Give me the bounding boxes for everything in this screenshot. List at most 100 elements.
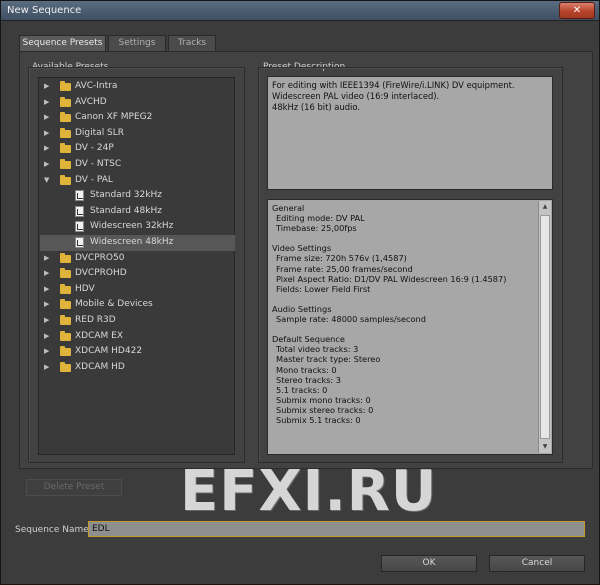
summary-line — [272, 294, 548, 304]
folder-icon — [60, 361, 71, 372]
summary-scrollbar[interactable]: ▲ ▼ — [538, 201, 551, 453]
tree-folder-item[interactable]: ▶ DVCPRO50 — [40, 251, 235, 267]
preset-file-icon — [75, 205, 84, 217]
tree-item-label: HDV — [75, 283, 95, 294]
tree-preset-item[interactable]: Widescreen 48kHz — [40, 235, 235, 251]
tree-item-label: XDCAM HD422 — [75, 346, 143, 357]
ok-button[interactable]: OK — [381, 555, 477, 572]
summary-line: Audio Settings — [272, 303, 332, 314]
folder-icon — [60, 127, 71, 138]
tree-folder-item[interactable]: ▶ HDV — [40, 282, 235, 298]
preset-file-icon — [75, 221, 84, 233]
folder-icon — [60, 268, 71, 279]
collapsed-arrow-icon[interactable]: ▶ — [44, 360, 52, 375]
summary-line: Stereo tracks: 3 — [276, 374, 341, 385]
scroll-down-icon[interactable]: ▼ — [539, 441, 551, 453]
summary-line — [272, 324, 548, 334]
folder-icon — [60, 299, 71, 310]
preset-description-text: For editing with IEEE1394 (FireWire/i.LI… — [267, 76, 553, 190]
tree-preset-item[interactable]: Standard 48kHz — [40, 204, 235, 220]
tree-item-label: DV - PAL — [75, 174, 113, 185]
summary-line: Timebase: 25,00fps — [276, 223, 357, 234]
tree-folder-item[interactable]: ▶ AVCHD — [40, 95, 235, 111]
folder-icon — [60, 96, 71, 107]
tree-folder-item[interactable]: ▶ Mobile & Devices — [40, 297, 235, 313]
tree-folder-item[interactable]: ▶ XDCAM EX — [40, 329, 235, 345]
summary-line — [272, 233, 548, 243]
watermark: EFXI.RU — [180, 459, 438, 524]
description-line: 48kHz (16 bit) audio. — [272, 102, 361, 112]
window-title: New Sequence — [7, 5, 82, 16]
collapsed-arrow-icon[interactable]: ▶ — [44, 110, 52, 125]
preset-file-icon — [75, 237, 84, 248]
summary-line: Submix 5.1 tracks: 0 — [276, 414, 361, 425]
tree-item-label: DVCPROHD — [75, 268, 127, 279]
tree-item-label: XDCAM HD — [75, 361, 125, 372]
folder-icon — [60, 174, 71, 185]
tree-folder-item[interactable]: ▶ Digital SLR — [40, 126, 235, 142]
collapsed-arrow-icon[interactable]: ▶ — [44, 157, 52, 172]
tree-folder-item[interactable]: ▶ XDCAM HD422 — [40, 344, 235, 360]
tree-item-label: DVCPRO50 — [75, 252, 125, 263]
description-line: For editing with IEEE1394 (FireWire/i.LI… — [272, 80, 515, 90]
presets-tree[interactable]: ▶ AVC-Intra ▶ AVCHD ▶ Canon XF MPEG2 ▶ Digital … — [38, 77, 235, 455]
scroll-thumb[interactable] — [540, 215, 550, 439]
tree-folder-item[interactable]: ▶ DV - NTSC — [40, 157, 235, 173]
folder-icon — [60, 283, 71, 294]
tree-item-label: XDCAM EX — [75, 330, 124, 341]
folder-icon — [60, 81, 71, 91]
tab-tracks[interactable]: Tracks — [168, 35, 216, 52]
tree-folder-item[interactable]: ▶ DVCPROHD — [40, 266, 235, 282]
tree-preset-item[interactable]: Widescreen 32kHz — [40, 219, 235, 235]
collapsed-arrow-icon[interactable]: ▶ — [44, 329, 52, 344]
tree-item-label: AVCHD — [75, 96, 107, 107]
summary-line: Total video tracks: 3 — [276, 344, 359, 355]
summary-line: Submix stereo tracks: 0 — [276, 404, 374, 415]
folder-icon — [60, 112, 71, 123]
description-line: Widescreen PAL video (16:9 interlaced). — [272, 91, 440, 101]
title-bar: New Sequence ✕ — [1, 1, 599, 21]
tab-settings[interactable]: Settings — [108, 35, 166, 52]
summary-line: Frame size: 720h 576v (1,4587) — [276, 253, 407, 264]
tree-folder-item[interactable]: ▶ RED R3D — [40, 313, 235, 329]
tree-preset-item[interactable]: Standard 32kHz — [40, 188, 235, 204]
summary-line: Video Settings — [272, 243, 332, 254]
folder-icon — [60, 315, 71, 325]
sequence-name-input[interactable]: EDL — [88, 521, 585, 537]
tree-folder-item[interactable]: ▼ DV - PAL — [40, 173, 235, 189]
collapsed-arrow-icon[interactable]: ▶ — [44, 95, 52, 110]
collapsed-arrow-icon[interactable]: ▶ — [44, 141, 52, 156]
collapsed-arrow-icon[interactable]: ▶ — [44, 266, 52, 281]
tree-item-label: DV - 24P — [75, 143, 114, 154]
tree-folder-item[interactable]: ▶ DV - 24P — [40, 141, 235, 157]
summary-line: Pixel Aspect Ratio: D1/DV PAL Widescreen… — [276, 273, 507, 284]
collapsed-arrow-icon[interactable]: ▶ — [44, 313, 52, 328]
collapsed-arrow-icon[interactable]: ▶ — [44, 126, 52, 141]
tree-folder-item[interactable]: ▶ XDCAM HD — [40, 360, 235, 376]
summary-line: Fields: Lower Field First — [276, 283, 371, 294]
summary-line: Editing mode: DV PAL — [276, 213, 365, 224]
tree-item-label: Canon XF MPEG2 — [75, 112, 153, 123]
folder-icon — [60, 252, 71, 263]
folder-icon — [60, 143, 71, 154]
collapsed-arrow-icon[interactable]: ▶ — [44, 344, 52, 359]
tree-item-label: Widescreen 48kHz — [90, 237, 174, 247]
summary-line: Master track type: Stereo — [276, 354, 381, 365]
collapsed-arrow-icon[interactable]: ▶ — [44, 282, 52, 297]
collapsed-arrow-icon[interactable]: ▶ — [44, 251, 52, 266]
delete-preset-button[interactable]: Delete Preset — [26, 479, 122, 496]
summary-line: Frame rate: 25,00 frames/second — [276, 263, 413, 274]
tree-folder-item[interactable]: ▶ AVC-Intra — [40, 79, 235, 95]
tree-folder-item[interactable]: ▶ Canon XF MPEG2 — [40, 110, 235, 126]
expanded-arrow-icon[interactable]: ▼ — [44, 173, 52, 188]
preset-settings-summary: General Editing mode: DV PAL Timebase: 25,… — [267, 199, 553, 455]
close-button[interactable]: ✕ — [559, 2, 595, 19]
scroll-up-icon[interactable]: ▲ — [539, 201, 551, 213]
summary-line: Mono tracks: 0 — [276, 364, 337, 375]
tree-item-label: RED R3D — [75, 315, 116, 325]
collapsed-arrow-icon[interactable]: ▶ — [44, 79, 52, 94]
collapsed-arrow-icon[interactable]: ▶ — [44, 297, 52, 312]
cancel-button[interactable]: Cancel — [489, 555, 585, 572]
tree-item-label: Digital SLR — [75, 127, 125, 138]
folder-icon — [60, 159, 71, 169]
